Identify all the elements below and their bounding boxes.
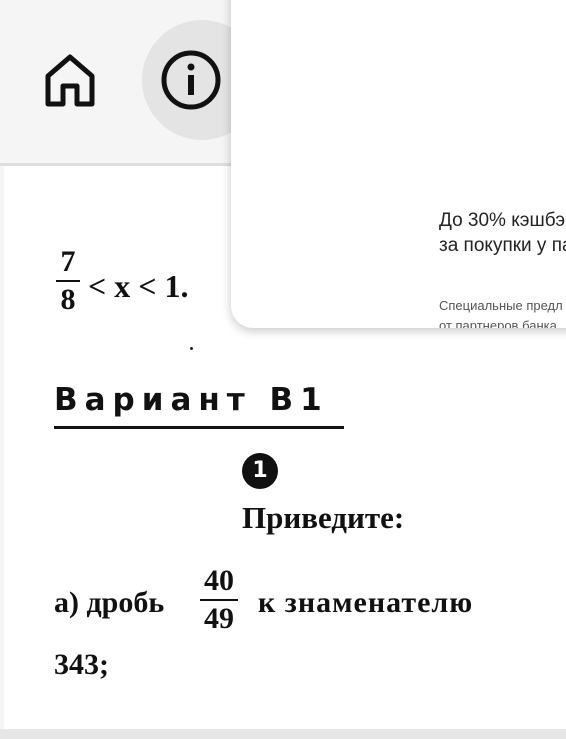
promo-subtitle-line2: от партнеров банка bbox=[439, 318, 557, 328]
item-a-continuation: 343; bbox=[54, 648, 109, 681]
promo-title-line2: за покупки у па bbox=[439, 235, 566, 256]
variant-title: Вариант В1 bbox=[54, 382, 329, 418]
variant-underline bbox=[54, 426, 344, 429]
fraction-numerator: 7 bbox=[60, 245, 76, 278]
promo-popup[interactable]: До 30% кэшбэ за покупки у па Специальные… bbox=[231, 0, 566, 328]
task-title: Приведите: bbox=[242, 500, 405, 535]
promo-title[interactable]: До 30% кэшбэ за покупки у па bbox=[439, 208, 566, 258]
info-icon bbox=[161, 50, 221, 110]
home-button[interactable] bbox=[38, 48, 102, 112]
fraction-bar bbox=[200, 599, 238, 601]
home-icon bbox=[45, 54, 95, 107]
task-number-badge: 1 bbox=[242, 453, 278, 489]
fraction-denominator: 8 bbox=[60, 283, 76, 316]
fraction-seven-eighths: 7 8 bbox=[56, 247, 80, 315]
promo-subtitle-line1: Специальные предл bbox=[439, 298, 563, 313]
promo-subtitle: Специальные предл от партнеров банка bbox=[439, 296, 563, 328]
stray-dot bbox=[190, 347, 193, 350]
item-a-suffix: к знаменателю bbox=[258, 586, 474, 619]
fraction-denominator: 49 bbox=[204, 602, 234, 635]
item-a-prefix: а) дробь bbox=[54, 586, 165, 619]
page-bottom-edge bbox=[0, 729, 566, 739]
fraction-numerator: 40 bbox=[204, 564, 234, 597]
promo-title-line1: До 30% кэшбэ bbox=[439, 210, 566, 231]
fraction-bar bbox=[56, 280, 80, 282]
inequality-rest: < x < 1. bbox=[88, 268, 189, 304]
fraction-forty-fortynine: 40 49 bbox=[200, 566, 238, 634]
app-window: 7 8 < x < 1. Вариант В1 1 Приведите: а) … bbox=[0, 0, 566, 739]
